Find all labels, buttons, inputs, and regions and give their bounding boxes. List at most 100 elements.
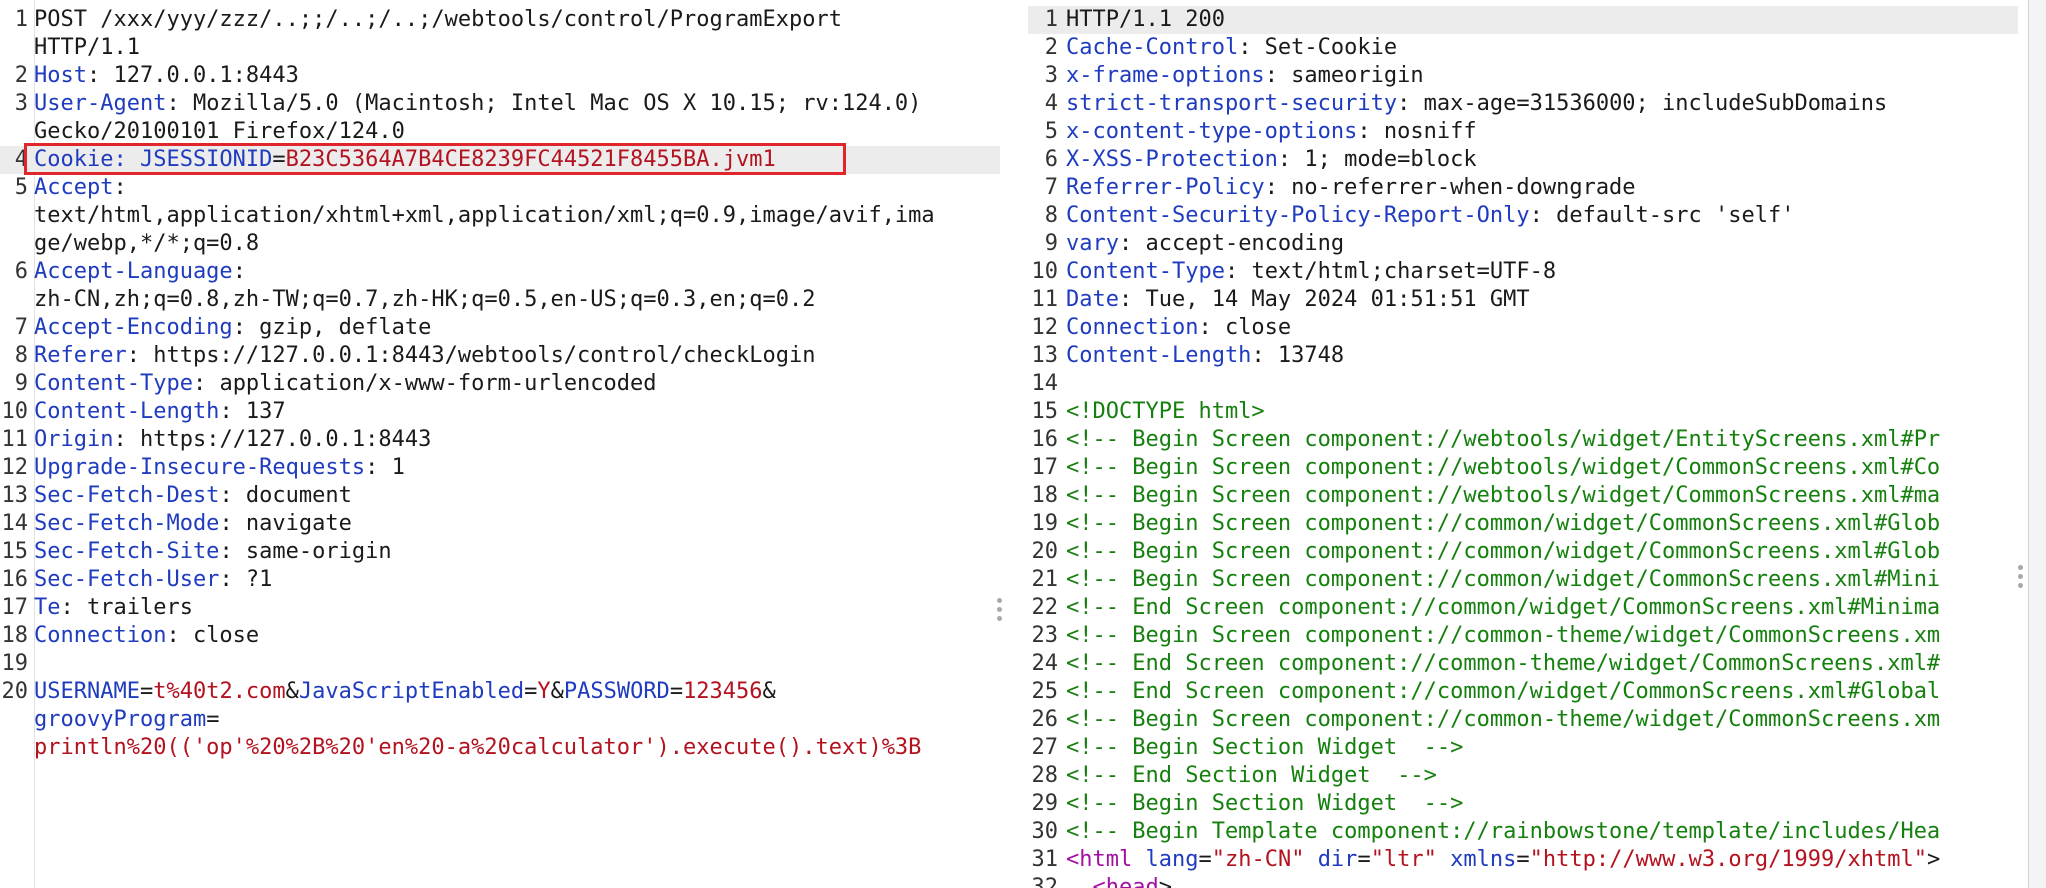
line-content: Accept: text/html,application/xhtml+xml,… bbox=[34, 174, 1000, 258]
response-line[interactable]: 3 x-frame-options: sameorigin bbox=[1028, 62, 2018, 90]
token-text: & bbox=[285, 679, 299, 704]
response-line[interactable]: 19 <!-- Begin Screen component://common/w… bbox=[1028, 510, 2018, 538]
token-text: : max-age=31536000; includeSubDomains bbox=[1397, 91, 1888, 116]
token-text: POST /xxx/yyy/zzz/..;;/..;/..;/webtools/… bbox=[34, 7, 842, 60]
response-line[interactable]: 24 <!-- End Screen component://common-the… bbox=[1028, 650, 2018, 678]
response-line[interactable]: 17 <!-- Begin Screen component://webtools… bbox=[1028, 454, 2018, 482]
response-line[interactable]: 30 <!-- Begin Template component://rainbo… bbox=[1028, 818, 2018, 846]
token-key: lang bbox=[1145, 847, 1199, 872]
request-line[interactable]: 16 Sec-Fetch-User: ?1 bbox=[0, 566, 1000, 594]
request-lines[interactable]: 1 POST /xxx/yyy/zzz/..;;/..;/..;/webtools… bbox=[0, 6, 1000, 762]
line-number: 15 bbox=[1031, 399, 1059, 424]
token-key: x-content-type-options bbox=[1066, 119, 1358, 144]
line-number: 9 bbox=[1044, 231, 1058, 256]
request-line[interactable]: 9 Content-Type: application/x-www-form-ur… bbox=[0, 370, 1000, 398]
response-line[interactable]: 8 Content-Security-Policy-Report-Only: de… bbox=[1028, 202, 2018, 230]
line-content: <!-- Begin Screen component://common/wid… bbox=[1066, 538, 2018, 566]
request-line[interactable]: 12 Upgrade-Insecure-Requests: 1 bbox=[0, 454, 1000, 482]
token-key: Sec-Fetch-Site bbox=[34, 539, 220, 564]
response-line[interactable]: 6 X-XSS-Protection: 1; mode=block bbox=[1028, 146, 2018, 174]
right-splitter-handle[interactable] bbox=[2018, 565, 2024, 591]
token-text: HTTP/1.1 200 bbox=[1066, 7, 1225, 32]
request-line[interactable]: 7 Accept-Encoding: gzip, deflate bbox=[0, 314, 1000, 342]
request-line[interactable]: 15 Sec-Fetch-Site: same-origin bbox=[0, 538, 1000, 566]
token-key: Cookie: JSESSIONID bbox=[34, 147, 273, 172]
response-line[interactable]: 26 <!-- Begin Screen component://common-t… bbox=[1028, 706, 2018, 734]
response-line[interactable]: 16 <!-- Begin Screen component://webtools… bbox=[1028, 426, 2018, 454]
pane-splitter-handle[interactable] bbox=[997, 598, 1003, 624]
request-line[interactable]: 18 Connection: close bbox=[0, 622, 1000, 650]
token-text: : Tue, 14 May 2024 01:51:51 GMT bbox=[1118, 287, 1530, 312]
response-line[interactable]: 14 bbox=[1028, 370, 2018, 398]
token-comment: <!-- Begin Screen component://common/wid… bbox=[1066, 567, 1941, 592]
response-editor[interactable]: 1 HTTP/1.1 200 2 Cache-Control: Set-Cookie 3… bbox=[1028, 0, 2018, 888]
request-editor[interactable]: 1 POST /xxx/yyy/zzz/..;;/..;/..;/webtools… bbox=[0, 0, 1000, 888]
line-number: 16 bbox=[1, 567, 29, 592]
response-line[interactable]: 4 strict-transport-security: max-age=3153… bbox=[1028, 90, 2018, 118]
response-lines[interactable]: 1 HTTP/1.1 200 2 Cache-Control: Set-Cookie 3… bbox=[1028, 6, 2018, 888]
request-line[interactable]: 6 Accept-Language: zh-CN,zh;q=0.8,zh-TW;q… bbox=[0, 258, 1000, 314]
request-line[interactable]: 2 Host: 127.0.0.1:8443 bbox=[0, 62, 1000, 90]
request-line[interactable]: 8 Referer: https://127.0.0.1:8443/webtool… bbox=[0, 342, 1000, 370]
token-key: Sec-Fetch-Mode bbox=[34, 511, 220, 536]
response-line[interactable]: 25 <!-- End Screen component://common/wid… bbox=[1028, 678, 2018, 706]
token-key: Content-Length bbox=[34, 399, 220, 424]
response-line[interactable]: 23 <!-- Begin Screen component://common-t… bbox=[1028, 622, 2018, 650]
response-line[interactable]: 1 HTTP/1.1 200 bbox=[1028, 6, 2018, 34]
response-line[interactable]: 28 <!-- End Section Widget --> bbox=[1028, 762, 2018, 790]
token-text: : 13748 bbox=[1251, 343, 1345, 368]
request-line[interactable]: 5 Accept: text/html,application/xhtml+xml… bbox=[0, 174, 1000, 258]
response-line[interactable]: 9 vary: accept-encoding bbox=[1028, 230, 2018, 258]
response-line[interactable]: 22 <!-- End Screen component://common/wid… bbox=[1028, 594, 2018, 622]
response-line[interactable]: 7 Referrer-Policy: no-referrer-when-downg… bbox=[1028, 174, 2018, 202]
response-line[interactable]: 5 x-content-type-options: nosniff bbox=[1028, 118, 2018, 146]
token-tag: html bbox=[1079, 847, 1133, 872]
token-text: = bbox=[1198, 847, 1212, 872]
line-content: <!-- End Screen component://common-theme… bbox=[1066, 650, 2018, 678]
request-line[interactable]: 19 bbox=[0, 650, 1000, 678]
request-line[interactable]: 17 Te: trailers bbox=[0, 594, 1000, 622]
response-line[interactable]: 11 Date: Tue, 14 May 2024 01:51:51 GMT bbox=[1028, 286, 2018, 314]
request-line[interactable]: 14 Sec-Fetch-Mode: navigate bbox=[0, 510, 1000, 538]
line-number: 8 bbox=[14, 343, 28, 368]
response-line[interactable]: 12 Connection: close bbox=[1028, 314, 2018, 342]
request-line[interactable]: 1 POST /xxx/yyy/zzz/..;;/..;/..;/webtools… bbox=[0, 6, 1000, 62]
response-line[interactable]: 13 Content-Length: 13748 bbox=[1028, 342, 2018, 370]
line-number: 6 bbox=[14, 259, 28, 284]
line-number: 26 bbox=[1031, 707, 1059, 732]
response-line[interactable]: 20 <!-- Begin Screen component://common/w… bbox=[1028, 538, 2018, 566]
request-line[interactable]: 3 User-Agent: Mozilla/5.0 (Macintosh; Int… bbox=[0, 90, 1000, 146]
request-line[interactable]: 10 Content-Length: 137 bbox=[0, 398, 1000, 426]
token-text: = bbox=[1516, 847, 1530, 872]
response-line[interactable]: 21 <!-- Begin Screen component://common/w… bbox=[1028, 566, 2018, 594]
line-number: 11 bbox=[1031, 287, 1059, 312]
line-number: 4 bbox=[1044, 91, 1058, 116]
token-key: Sec-Fetch-User bbox=[34, 567, 220, 592]
line-number: 22 bbox=[1031, 595, 1059, 620]
response-line[interactable]: 31 <html lang="zh-CN" dir="ltr" xmlns="ht… bbox=[1028, 846, 2018, 874]
line-content: <!-- End Section Widget --> bbox=[1066, 762, 2018, 790]
request-line[interactable]: 20 USERNAME=t%40t2.com&JavaScriptEnabled=… bbox=[0, 678, 1000, 762]
response-line[interactable]: 18 <!-- Begin Screen component://webtools… bbox=[1028, 482, 2018, 510]
response-line[interactable]: 10 Content-Type: text/html;charset=UTF-8 bbox=[1028, 258, 2018, 286]
token-key: Sec-Fetch-Dest bbox=[34, 483, 220, 508]
line-content: <!-- End Screen component://common/widge… bbox=[1066, 594, 2018, 622]
request-line[interactable]: 4 Cookie: JSESSIONID=B23C5364A7B4CE8239FC… bbox=[0, 146, 1000, 174]
token-text: : 127.0.0.1:8443 bbox=[86, 63, 299, 88]
response-line[interactable]: 32 <head> bbox=[1028, 874, 2018, 888]
line-content: <!-- Begin Screen component://common-the… bbox=[1066, 622, 2018, 650]
line-content: Sec-Fetch-Mode: navigate bbox=[34, 510, 1000, 538]
response-line[interactable]: 15 <!DOCTYPE html> bbox=[1028, 398, 2018, 426]
response-line[interactable]: 27 <!-- Begin Section Widget --> bbox=[1028, 734, 2018, 762]
token-key: PASSWORD bbox=[563, 679, 670, 704]
line-content: Content-Security-Policy-Report-Only: def… bbox=[1066, 202, 2018, 230]
response-line[interactable]: 29 <!-- Begin Section Widget --> bbox=[1028, 790, 2018, 818]
request-line[interactable]: 11 Origin: https://127.0.0.1:8443 bbox=[0, 426, 1000, 454]
line-content bbox=[34, 650, 1000, 678]
token-key: Accept bbox=[34, 175, 114, 200]
response-line[interactable]: 2 Cache-Control: Set-Cookie bbox=[1028, 34, 2018, 62]
request-line[interactable]: 13 Sec-Fetch-Dest: document bbox=[0, 482, 1000, 510]
line-content: <!-- Begin Section Widget --> bbox=[1066, 734, 2018, 762]
